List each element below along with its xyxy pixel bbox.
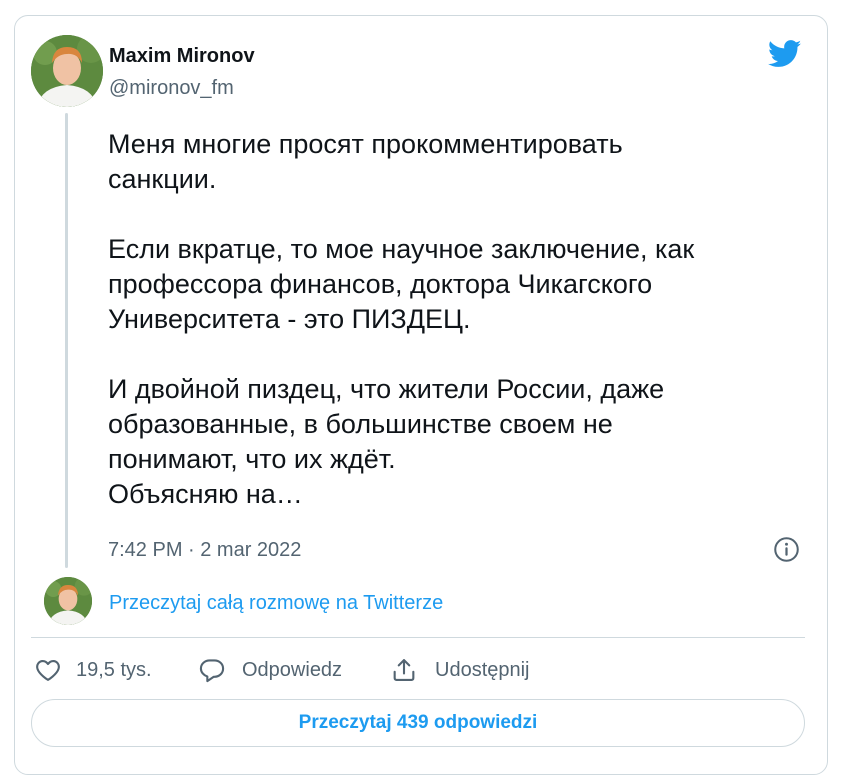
twitter-bird-icon[interactable] [768,40,802,68]
author-handle[interactable]: @mironov_fm [109,77,234,100]
heart-icon [36,659,60,681]
author-name[interactable]: Maxim Mironov [109,45,255,68]
author-avatar[interactable] [31,35,103,107]
reply-button[interactable]: Odpowiedz [198,654,342,686]
tweet-text: Меня многие просят прокомментировать сан… [108,127,798,512]
divider [31,637,805,638]
read-conversation-link[interactable]: Przeczytaj całą rozmowę na Twitterze [109,592,443,615]
thread-line [65,113,68,568]
tweet-paragraph: Меня многие просят прокомментировать сан… [108,129,623,194]
tweet-paragraph: Если вкратце, то мое научное заключение,… [108,234,695,334]
tweet-timestamp[interactable]: 7:42 PM · 2 mar 2022 [108,539,301,562]
share-icon [393,659,415,681]
like-button[interactable]: 19,5 tys. [34,654,152,686]
share-button[interactable]: Udostępnij [390,654,530,686]
conversation-avatar[interactable] [44,577,92,625]
read-replies-button[interactable]: Przeczytaj 439 odpowiedzi [31,699,805,747]
reply-bubble-icon [199,659,225,683]
reply-label: Odpowiedz [242,658,343,681]
tweet-paragraph: И двойной пиздец, что жители России, даж… [108,374,665,509]
share-label: Udostępnij [435,658,530,681]
info-icon[interactable] [773,536,800,563]
like-count: 19,5 tys. [76,658,152,681]
